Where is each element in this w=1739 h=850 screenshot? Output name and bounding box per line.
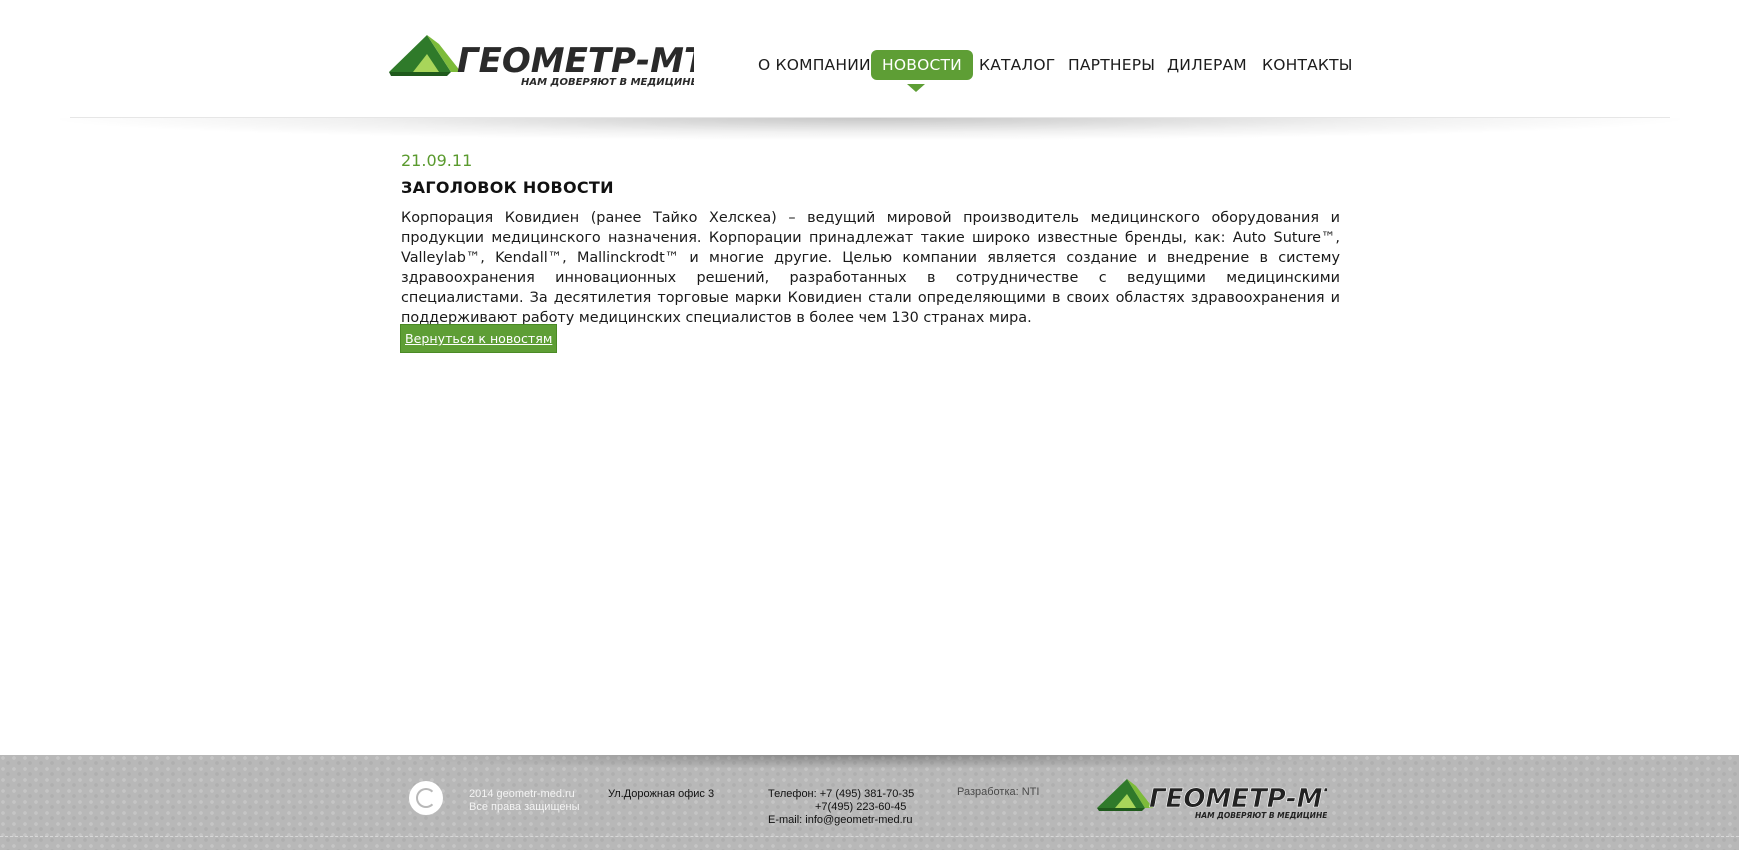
back-to-news-button[interactable]: Вернуться к новостям: [400, 324, 558, 353]
nav-item-partners[interactable]: ПАРТНЕРЫ: [1068, 50, 1155, 80]
header-shadow: [60, 118, 1680, 140]
footer-phone-1: Телефон: +7 (495) 381-70-35: [768, 788, 915, 800]
copyright-icon: [409, 781, 443, 815]
footer-email[interactable]: E-mail: info@geometr-med.ru: [768, 814, 912, 827]
footer-logo[interactable]: ГЕОМЕТР-МТ НАМ ДОВЕРЯЮТ В МЕДИЦИНЕ: [1097, 776, 1343, 820]
nav-active-arrow-icon: [907, 84, 925, 92]
news-date: 21.09.11: [401, 151, 473, 170]
footer-divider: [0, 836, 1739, 837]
site-header: ГЕОМЕТР-МТ НАМ ДОВЕРЯЮТ В МЕДИЦИНЕ О КОМ…: [0, 0, 1739, 118]
main-nav: О КОМПАНИИ НОВОСТИ КАТАЛОГ ПАРТНЕРЫ ДИЛЕ…: [0, 50, 1739, 90]
footer-logo-tagline: НАМ ДОВЕРЯЮТ В МЕДИЦИНЕ: [1195, 811, 1327, 820]
footer-copyright-line2: Все права защищены: [469, 801, 580, 813]
nav-item-contacts[interactable]: КОНТАКТЫ: [1262, 50, 1353, 80]
footer-copyright-line1: 2014 geometr-med.ru: [469, 788, 575, 800]
footer-phone-2: +7(495) 223-60-45: [815, 801, 907, 813]
footer-shadow: [380, 755, 1360, 769]
logo-mountain-icon: ГЕОМЕТР-МТ НАМ ДОВЕРЯЮТ В МЕДИЦИНЕ: [1097, 779, 1343, 820]
nav-item-about[interactable]: О КОМПАНИИ: [758, 50, 871, 80]
footer-developer[interactable]: Разработка: NTI: [957, 786, 1039, 799]
footer-address: Ул.Дорожная офис 3: [608, 788, 715, 800]
footer-logo-name: ГЕОМЕТР-МТ: [1149, 784, 1327, 814]
news-title: ЗАГОЛОВОК НОВОСТИ: [401, 178, 614, 197]
nav-item-news[interactable]: НОВОСТИ: [871, 50, 973, 80]
news-body: Корпорация Ковидиен (ранее Тайко Хелскеа…: [401, 210, 1340, 326]
nav-item-catalog[interactable]: КАТАЛОГ: [979, 50, 1055, 80]
nav-item-dealers[interactable]: ДИЛЕРАМ: [1167, 50, 1247, 80]
